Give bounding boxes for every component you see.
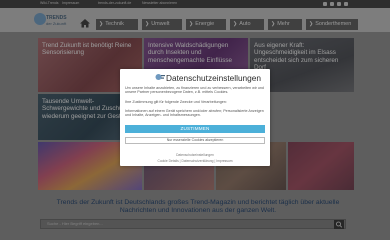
consent-purposes: Informationen auf einem Gerät speichern … — [125, 109, 264, 118]
privacy-policy-link[interactable]: Datenschutzerklärung — [181, 159, 213, 163]
imprint-link[interactable]: Impressum — [216, 159, 232, 163]
consent-purpose-heading: Ihre Zustimmung gilt für folgende Zwecke… — [125, 100, 227, 104]
privacy-settings-link: Datenschutzeinstellungen — [120, 153, 270, 157]
consent-logo-icon — [155, 74, 165, 80]
consent-dialog: Datenschutzeinstellungen Um unsere Inhal… — [120, 69, 270, 166]
consent-footer-links: Cookie Details | Datenschutzerklärung | … — [157, 159, 233, 163]
consent-intro: Um unsere Inhalte anzubieten, zu finanzi… — [125, 86, 264, 95]
privacy-settings-link-text[interactable]: Datenschutzeinstellungen — [176, 153, 214, 157]
accept-button[interactable]: ZUSTIMMEN — [125, 125, 265, 133]
essential-only-button[interactable]: Nur essenzielle Cookies akzeptieren — [125, 137, 265, 144]
consent-title: Datenschutzeinstellungen — [166, 73, 262, 83]
cookie-details-link[interactable]: Cookie Details — [157, 159, 178, 163]
